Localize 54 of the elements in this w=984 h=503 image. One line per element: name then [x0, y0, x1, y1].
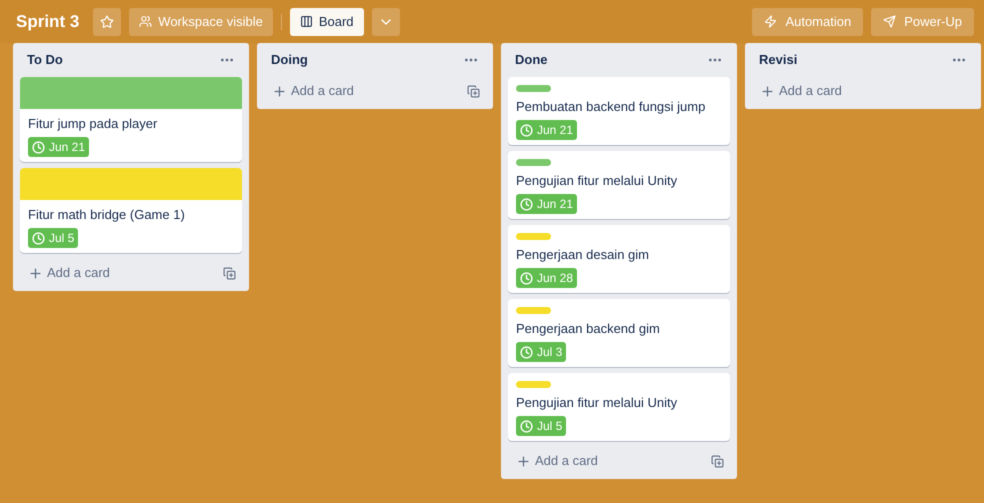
- view-tab[interactable]: Board: [290, 8, 364, 36]
- card-title: Fitur jump pada player: [28, 115, 158, 133]
- board-title[interactable]: Sprint 3: [10, 8, 86, 34]
- clock-icon: [32, 232, 45, 244]
- card-title: Fitur math bridge (Game 1): [28, 206, 185, 224]
- add-card-button[interactable]: Add a card: [264, 81, 362, 101]
- due-date-badge[interactable]: Jul 3: [516, 342, 566, 362]
- template-icon[interactable]: [223, 266, 236, 280]
- board-action-button[interactable]: Automation: [752, 8, 864, 36]
- clock-icon: [520, 272, 533, 284]
- people-icon: [139, 15, 152, 28]
- due-date-badge[interactable]: Jun 21: [516, 194, 578, 214]
- add-card-button[interactable]: Add a card: [752, 81, 850, 101]
- plus-icon: [760, 84, 775, 98]
- card-title: Pengujian fitur melalui Unity: [516, 394, 678, 412]
- template-icon[interactable]: [467, 84, 480, 98]
- due-date-badge[interactable]: Jun 21: [516, 120, 578, 140]
- card[interactable]: Pembuatan backend fungsi jump Jun 21: [508, 77, 730, 145]
- clock-icon: [520, 124, 533, 136]
- add-card-button[interactable]: Add a card: [508, 451, 606, 471]
- card[interactable]: Pengerjaan backend gim Jul 3: [508, 299, 730, 367]
- card[interactable]: Fitur jump pada player Jun 21: [20, 77, 242, 162]
- star-icon: [100, 14, 114, 28]
- list-title: Done: [515, 51, 548, 70]
- board-icon: [300, 15, 313, 28]
- star-button[interactable]: [93, 8, 122, 36]
- due-date-badge[interactable]: Jul 5: [28, 228, 78, 248]
- card[interactable]: Fitur math bridge (Game 1) Jul 5: [20, 168, 242, 253]
- card-title: Pembuatan backend fungsi jump: [516, 98, 706, 116]
- template-icon[interactable]: [711, 454, 724, 468]
- card[interactable]: Pengerjaan desain gim Jun 28: [508, 225, 730, 293]
- clock-icon: [520, 198, 533, 210]
- card-title: Pengerjaan backend gim: [516, 320, 660, 338]
- card-title: Pengerjaan desain gim: [516, 246, 649, 264]
- visibility-button[interactable]: Workspace visible: [129, 8, 273, 36]
- plus-icon: [516, 454, 531, 468]
- plus-icon: [272, 84, 287, 98]
- clock-icon: [32, 140, 45, 154]
- list-title: To Do: [27, 51, 63, 70]
- plus-icon: [28, 266, 43, 280]
- board-action-button[interactable]: Power-Up: [871, 8, 974, 36]
- clock-icon: [520, 420, 533, 432]
- due-date-badge[interactable]: Jun 28: [516, 268, 578, 288]
- paper-plane-icon: [883, 15, 896, 28]
- lightning-icon: [764, 15, 778, 28]
- card[interactable]: Pengujian fitur melalui Unity Jul 5: [508, 373, 730, 441]
- card[interactable]: Pengujian fitur melalui Unity Jun 21: [508, 151, 730, 219]
- clock-icon: [520, 346, 533, 358]
- due-date-badge[interactable]: Jul 5: [516, 416, 566, 436]
- add-card-button[interactable]: Add a card: [20, 263, 118, 283]
- due-date-badge[interactable]: Jun 21: [28, 137, 90, 157]
- card-title: Pengujian fitur melalui Unity: [516, 172, 678, 190]
- list-title: Doing: [271, 51, 308, 70]
- list-title: Revisi: [759, 51, 798, 70]
